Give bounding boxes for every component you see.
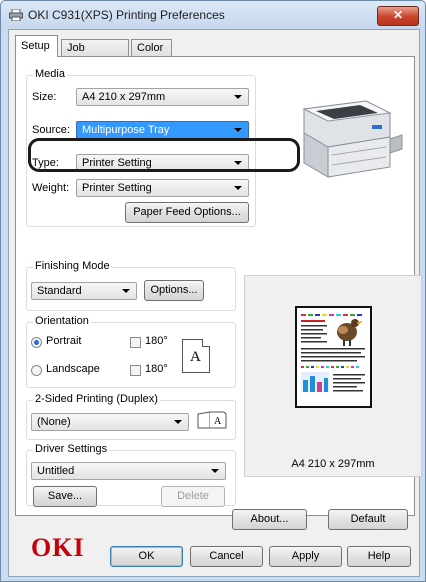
finishing-options-button[interactable]: Options... — [144, 280, 204, 301]
chevron-down-icon — [174, 420, 182, 424]
save-settings-button[interactable]: Save... — [33, 486, 97, 507]
finishing-value: Standard — [37, 285, 82, 297]
finishing-mode-select[interactable]: Standard — [31, 282, 137, 300]
duplex-group: 2-Sided Printing (Duplex) (None) A — [26, 393, 236, 440]
size-label: Size: — [32, 91, 57, 103]
driver-settings-group: Driver Settings Untitled Save... Delete — [26, 443, 236, 507]
printer-image — [302, 100, 403, 178]
landscape-label: Landscape — [46, 363, 100, 375]
source-label: Source: — [32, 124, 70, 136]
close-button[interactable]: ✕ — [377, 6, 419, 26]
tab-setup[interactable]: Setup — [15, 35, 58, 57]
help-button[interactable]: Help — [347, 546, 411, 567]
portrait-label: Portrait — [46, 335, 82, 347]
cancel-button[interactable]: Cancel — [190, 546, 263, 567]
landscape-rotate-label: 180° — [145, 363, 168, 375]
finishing-mode-group: Finishing Mode Standard Options... — [26, 260, 236, 311]
duplex-select[interactable]: (None) — [31, 413, 189, 431]
preview-page-thumbnail — [295, 306, 372, 408]
portrait-rotate-label: 180° — [145, 335, 168, 347]
title-bar: OKI C931(XPS) Printing Preferences ✕ — [1, 1, 425, 29]
source-highlight-outline — [28, 138, 300, 172]
chevron-down-icon — [122, 289, 130, 293]
setup-panel: Media Size: A4 210 x 297mm Source: Multi… — [15, 56, 422, 516]
orientation-letter: A — [190, 349, 201, 365]
source-select[interactable]: Multipurpose Tray — [76, 121, 249, 139]
landscape-radio[interactable] — [31, 365, 42, 376]
tab-color[interactable]: Color — [131, 39, 172, 56]
chevron-down-icon — [211, 469, 219, 473]
weight-value: Printer Setting — [82, 182, 152, 194]
chevron-down-icon — [234, 186, 242, 190]
delete-settings-button: Delete — [161, 486, 225, 507]
duplex-legend: 2-Sided Printing (Duplex) — [33, 393, 160, 405]
oki-logo: OKI — [31, 533, 85, 562]
orientation-legend: Orientation — [33, 315, 91, 327]
landscape-rotate-checkbox[interactable] — [130, 365, 141, 376]
duplex-value: (None) — [37, 416, 71, 428]
driver-legend: Driver Settings — [33, 443, 110, 455]
preview-page-content — [301, 314, 365, 392]
driver-value: Untitled — [37, 465, 75, 477]
paper-feed-options-button[interactable]: Paper Feed Options... — [125, 202, 249, 223]
size-select[interactable]: A4 210 x 297mm — [76, 88, 249, 106]
media-legend: Media — [33, 68, 67, 80]
printing-preferences-window: OKI C931(XPS) Printing Preferences ✕ Set… — [0, 0, 426, 582]
orientation-group: Orientation Portrait 180° Landscape 180°… — [26, 315, 236, 388]
about-button[interactable]: About... — [232, 509, 307, 530]
tab-job-options[interactable]: Job Options — [61, 39, 129, 71]
portrait-radio[interactable] — [31, 337, 42, 348]
print-preview-pane: A4 210 x 297mm — [244, 275, 422, 477]
driver-settings-select[interactable]: Untitled — [31, 462, 226, 480]
finishing-legend: Finishing Mode — [33, 260, 112, 272]
page-fold-corner — [202, 339, 210, 347]
dialog-client: Setup Job Options Color Media Size: A4 2… — [8, 29, 422, 577]
duplex-book-icon: A — [197, 411, 227, 429]
orientation-preview-icon: A — [182, 339, 210, 373]
portrait-rotate-checkbox[interactable] — [130, 337, 141, 348]
ok-button[interactable]: OK — [110, 546, 183, 567]
weight-select[interactable]: Printer Setting — [76, 179, 249, 197]
printer-icon — [9, 9, 23, 21]
default-button[interactable]: Default — [328, 509, 408, 530]
apply-button[interactable]: Apply — [269, 546, 342, 567]
preview-caption: A4 210 x 297mm — [291, 458, 375, 470]
window-title: OKI C931(XPS) Printing Preferences — [28, 8, 225, 22]
svg-text:A: A — [214, 416, 222, 427]
source-value: Multipurpose Tray — [82, 124, 170, 136]
chevron-down-icon — [234, 95, 242, 99]
weight-label: Weight: — [32, 182, 70, 194]
chevron-down-icon — [234, 128, 242, 132]
size-value: A4 210 x 297mm — [82, 91, 166, 103]
